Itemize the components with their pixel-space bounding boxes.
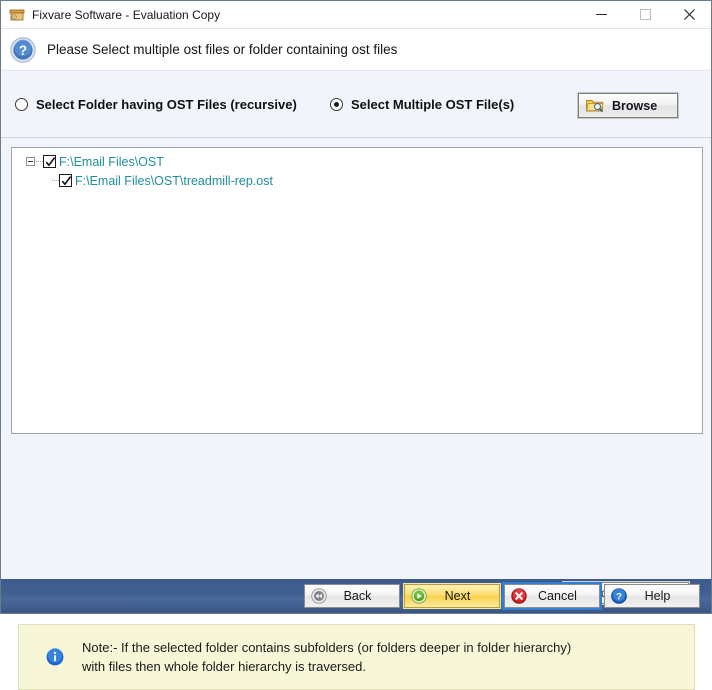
note-line-2: with files then whole folder hierarchy i… [82, 659, 366, 674]
help-button[interactable]: ? Help [604, 584, 700, 608]
rewind-icon [311, 588, 327, 604]
window-title: Fixvare Software - Evaluation Copy [32, 8, 220, 22]
tree-node-child[interactable]: F:\Email Files\OST\treadmill-rep.ost [52, 171, 702, 190]
content-area: F:\Email Files\OST F:\Email Files\OST\tr… [1, 138, 711, 579]
cancel-button[interactable]: Cancel [504, 584, 600, 608]
back-button[interactable]: Back [304, 584, 400, 608]
play-icon [411, 588, 427, 604]
checkbox-root[interactable] [43, 155, 56, 168]
minimize-button[interactable] [579, 1, 623, 28]
radio-folder-label: Select Folder having OST Files (recursiv… [36, 97, 297, 112]
maximize-button[interactable] [623, 1, 667, 28]
tree-connector-line [36, 161, 43, 162]
browse-button-label: Browse [612, 99, 657, 113]
question-mark-icon: ? [10, 37, 36, 63]
svg-text:?: ? [616, 592, 622, 603]
tree-connector-line-child [52, 180, 59, 181]
tree-node-root[interactable]: F:\Email Files\OST [26, 152, 702, 171]
back-button-label: Back [334, 589, 399, 603]
radio-folder-indicator[interactable] [15, 98, 28, 111]
checkbox-child[interactable] [59, 174, 72, 187]
svg-text:?: ? [19, 43, 27, 58]
application-window: Fixvare Software - Evaluation Copy ? Ple… [0, 0, 712, 614]
radio-files-indicator[interactable] [330, 98, 343, 111]
next-button[interactable]: Next [404, 584, 500, 608]
radio-files-label: Select Multiple OST File(s) [351, 97, 514, 112]
next-button-label: Next [434, 589, 499, 603]
note-box: Note:- If the selected folder contains s… [18, 624, 695, 690]
radio-select-folder[interactable]: Select Folder having OST Files (recursiv… [15, 97, 297, 112]
folder-search-icon [586, 98, 604, 113]
footer-bar: Back Next Cancel [1, 579, 711, 613]
window-controls [579, 1, 711, 28]
help-button-label: Help [634, 589, 699, 603]
note-text: Note:- If the selected folder contains s… [82, 638, 571, 676]
cancel-icon [511, 588, 527, 604]
radio-select-multiple-files[interactable]: Select Multiple OST File(s) [330, 97, 514, 112]
question-icon: ? [611, 588, 627, 604]
tree-node-root-label: F:\Email Files\OST [59, 155, 164, 169]
title-bar: Fixvare Software - Evaluation Copy [1, 1, 711, 29]
info-icon [46, 648, 64, 666]
package-icon [9, 7, 25, 23]
note-line-1: Note:- If the selected folder contains s… [82, 640, 571, 655]
tree-node-child-label: F:\Email Files\OST\treadmill-rep.ost [75, 174, 273, 188]
header-banner: ? Please Select multiple ost files or fo… [1, 29, 711, 70]
header-text: Please Select multiple ost files or fold… [47, 42, 397, 57]
ost-file-tree[interactable]: F:\Email Files\OST F:\Email Files\OST\tr… [11, 147, 703, 434]
close-button[interactable] [667, 1, 711, 28]
cancel-button-label: Cancel [534, 589, 599, 603]
collapse-expander-icon[interactable] [26, 157, 35, 166]
browse-button[interactable]: Browse [578, 93, 678, 118]
